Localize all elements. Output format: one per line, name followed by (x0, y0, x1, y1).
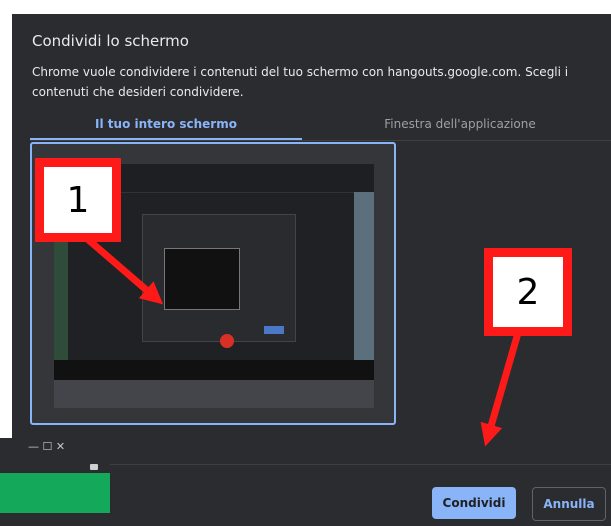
preview-right-panel (354, 192, 374, 360)
preview-end-call-icon (220, 334, 234, 348)
tab-application-window[interactable]: Finestra dell'applicazione (330, 114, 590, 138)
background-window-titlebar: — ☐ ✕ (0, 438, 110, 460)
preview-taskbar (54, 360, 374, 380)
camera-icon (90, 464, 98, 470)
dialog-description: Chrome vuole condividere i contenuti del… (32, 65, 569, 99)
window-controls[interactable]: — ☐ ✕ (28, 440, 65, 453)
preview-nested-screen (164, 248, 240, 310)
tab-entire-screen[interactable]: Il tuo intero schermo (30, 114, 302, 140)
dialog-title: Condividi lo schermo (32, 32, 189, 50)
annotation-badge-2: 2 (484, 248, 572, 336)
preview-label-bar (54, 380, 374, 408)
cancel-button[interactable]: Annulla (532, 487, 606, 521)
annotation-badge-1: 1 (35, 158, 121, 242)
source-tabs: Il tuo intero schermo Finestra dell'appl… (30, 114, 611, 141)
share-button[interactable]: Condividi (432, 487, 516, 519)
preview-share-button (264, 326, 284, 334)
background-green-panel (0, 473, 110, 513)
background-window: — ☐ ✕ (0, 438, 110, 526)
